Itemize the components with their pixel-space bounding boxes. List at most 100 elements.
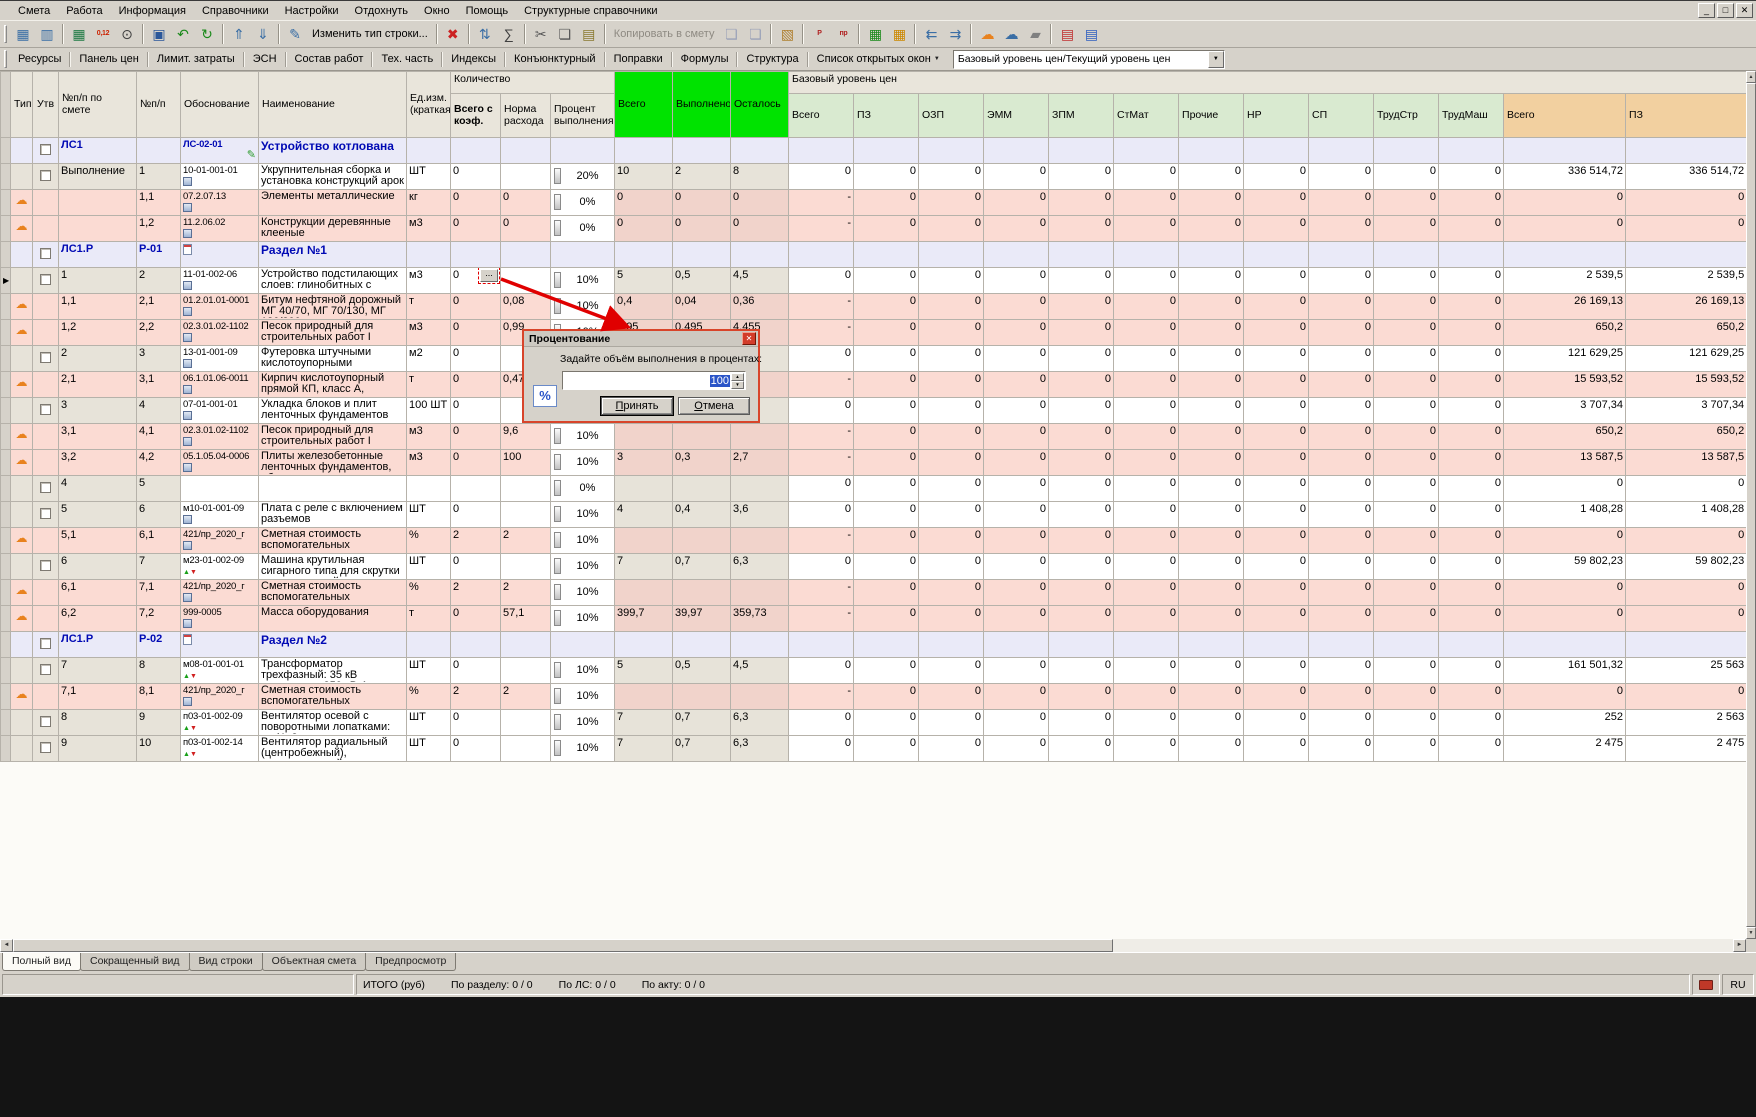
num-smeta-cell[interactable]: 7 — [59, 658, 137, 684]
base-cell[interactable]: 0 — [854, 684, 919, 710]
name-cell[interactable]: Укрупнительная сборка и установка констр… — [259, 164, 407, 190]
percent-cell[interactable]: 10% — [551, 450, 615, 476]
base-cell[interactable] — [1439, 632, 1504, 658]
qty-total-cell[interactable]: 2 — [451, 684, 501, 710]
qty-total-cell[interactable]: 0 — [451, 554, 501, 580]
menu-rabota[interactable]: Работа — [58, 3, 110, 19]
percent-cell[interactable]: 10% — [551, 424, 615, 450]
base-cell[interactable]: 0 — [1114, 580, 1179, 606]
total-cell[interactable]: 7 — [615, 554, 673, 580]
unit-cell[interactable]: кг — [407, 190, 451, 216]
navbar-grip[interactable] — [4, 50, 7, 68]
justification-cell[interactable]: 11.2.06.02 — [181, 216, 259, 242]
base-cell[interactable]: 0 — [984, 736, 1049, 762]
num-smeta-cell[interactable]: 5,1 — [59, 528, 137, 554]
num-smeta-cell[interactable]: 8 — [59, 710, 137, 736]
qty-total-cell[interactable] — [451, 632, 501, 658]
base-total-cell[interactable]: 650,2 — [1504, 320, 1626, 346]
base-cell[interactable]: 0 — [1179, 736, 1244, 762]
qty-total-cell[interactable] — [451, 138, 501, 164]
base-cell[interactable] — [1049, 138, 1114, 164]
base-cell[interactable]: 0 — [919, 268, 984, 294]
total-cell[interactable]: 5 — [615, 268, 673, 294]
base-cell[interactable]: 0 — [1309, 528, 1374, 554]
base-cell[interactable]: 0 — [854, 658, 919, 684]
base-cell[interactable]: 0 — [1244, 736, 1309, 762]
num-cell[interactable]: 3,1 — [137, 372, 181, 398]
base-total-cell[interactable]: 26 169,13 — [1504, 294, 1626, 320]
dialog-close-button[interactable]: ✕ — [742, 332, 756, 345]
base-pz-cell[interactable]: 0 — [1626, 684, 1746, 710]
num-cell[interactable]: 6,1 — [137, 528, 181, 554]
approve-cell[interactable] — [33, 216, 59, 242]
base-cell[interactable] — [919, 138, 984, 164]
base-cell[interactable]: 0 — [854, 476, 919, 502]
percent-cell[interactable]: 10% — [551, 684, 615, 710]
name-cell[interactable]: Вентилятор осевой с поворотными лопаткам… — [259, 710, 407, 736]
done-cell[interactable] — [673, 632, 731, 658]
qty-total-cell[interactable]: 0 — [451, 320, 501, 346]
num-cell[interactable]: 4 — [137, 398, 181, 424]
total-cell[interactable] — [615, 424, 673, 450]
base-cell[interactable]: 0 — [1374, 736, 1439, 762]
base-cell[interactable]: 0 — [854, 736, 919, 762]
name-cell[interactable]: Плата с реле с включением разъемов — [259, 502, 407, 528]
base-cell[interactable] — [1309, 632, 1374, 658]
base-cell[interactable]: 0 — [854, 580, 919, 606]
qty-norm-cell[interactable] — [501, 242, 551, 268]
base-pz-cell[interactable] — [1626, 138, 1746, 164]
base-cell[interactable]: 0 — [1374, 398, 1439, 424]
unit-cell[interactable]: ШТ — [407, 658, 451, 684]
base-pz-cell[interactable]: 25 563 — [1626, 658, 1746, 684]
base-cell[interactable]: 0 — [1439, 372, 1504, 398]
base-cell[interactable]: 0 — [984, 554, 1049, 580]
unit-cell[interactable]: м3 — [407, 320, 451, 346]
base-cell[interactable]: 0 — [1049, 528, 1114, 554]
base-cell[interactable]: 0 — [1114, 684, 1179, 710]
indent-icon[interactable]: ⇉ — [943, 23, 967, 45]
base-cell[interactable]: 0 — [1374, 424, 1439, 450]
vertical-scrollbar[interactable]: ▲ ▼ — [1746, 71, 1756, 939]
accept-button[interactable]: Принять — [601, 397, 673, 415]
qty-total-cell[interactable]: 0 — [451, 502, 501, 528]
base-cell[interactable]: 0 — [984, 190, 1049, 216]
base-cell[interactable]: 0 — [1309, 268, 1374, 294]
total-cell[interactable] — [615, 632, 673, 658]
base-cell[interactable] — [1374, 138, 1439, 164]
left-cell[interactable] — [731, 242, 789, 268]
base-cell[interactable]: - — [789, 684, 854, 710]
left-cell[interactable]: 6,3 — [731, 710, 789, 736]
base-cell[interactable]: 0 — [789, 554, 854, 580]
base-cell[interactable] — [1179, 242, 1244, 268]
base-cell[interactable]: 0 — [1049, 294, 1114, 320]
percent-cell[interactable]: 10% — [551, 294, 615, 320]
done-cell[interactable]: 0 — [673, 216, 731, 242]
undo-icon[interactable]: ↶ — [171, 23, 195, 45]
base-cell[interactable] — [1179, 632, 1244, 658]
base-cell[interactable]: 0 — [1439, 320, 1504, 346]
base-total-cell[interactable]: 0 — [1504, 190, 1626, 216]
docs-red-icon[interactable]: ▤ — [1055, 23, 1079, 45]
scroll-right-button[interactable]: ► — [1733, 939, 1746, 952]
num-smeta-cell[interactable]: 3,1 — [59, 424, 137, 450]
total-cell[interactable] — [615, 138, 673, 164]
base-cell[interactable]: 0 — [1244, 372, 1309, 398]
base-cell[interactable]: 0 — [1309, 294, 1374, 320]
justification-cell[interactable] — [181, 476, 259, 502]
base-cell[interactable] — [1244, 242, 1309, 268]
qty-total-cell[interactable]: 0 — [451, 216, 501, 242]
qty-total-cell[interactable] — [451, 242, 501, 268]
base-cell[interactable]: 0 — [1179, 294, 1244, 320]
num-smeta-cell[interactable]: 3,2 — [59, 450, 137, 476]
done-cell[interactable]: 0,3 — [673, 450, 731, 476]
qty-norm-cell[interactable] — [501, 554, 551, 580]
base-cell[interactable]: 0 — [1244, 450, 1309, 476]
menu-informatsiya[interactable]: Информация — [111, 3, 194, 19]
base-cell[interactable]: 0 — [1244, 294, 1309, 320]
num-smeta-cell[interactable]: 4 — [59, 476, 137, 502]
base-cell[interactable]: 0 — [1114, 736, 1179, 762]
base-cell[interactable]: 0 — [1309, 580, 1374, 606]
base-cell[interactable]: - — [789, 528, 854, 554]
name-cell[interactable]: Песок природный для строительных работ I… — [259, 424, 407, 450]
left-cell[interactable]: 8 — [731, 164, 789, 190]
